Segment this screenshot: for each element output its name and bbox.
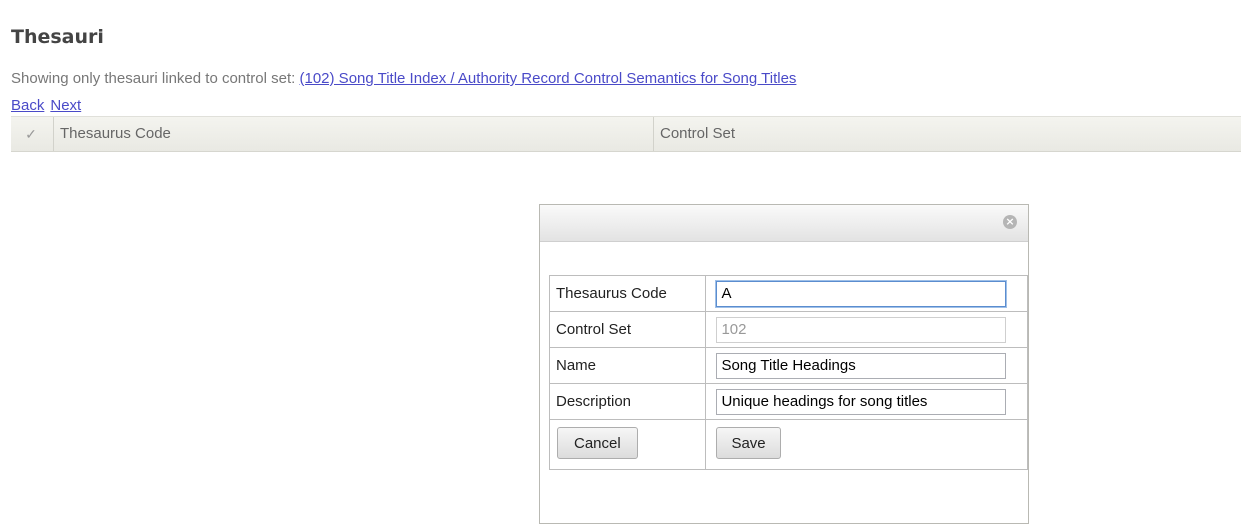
- description-label: Description: [548, 383, 707, 420]
- name-label: Name: [548, 347, 707, 384]
- grid-header: ✓ Thesaurus Code Control Set: [11, 116, 1241, 152]
- description-input[interactable]: [716, 388, 1007, 415]
- filter-prefix: Showing only thesauri linked to control …: [11, 70, 300, 87]
- thesaurus-code-label: Thesaurus Code: [548, 275, 707, 312]
- page-title: Thesauri: [11, 26, 104, 48]
- control-set-link[interactable]: (102) Song Title Index / Authority Recor…: [300, 70, 797, 87]
- form-row-control-set: Control Set: [548, 311, 1028, 348]
- close-icon[interactable]: ×: [1003, 215, 1017, 229]
- form-row-description: Description: [548, 383, 1028, 420]
- cancel-button[interactable]: Cancel: [557, 427, 638, 459]
- form-row-thesaurus-code: Thesaurus Code: [548, 275, 1028, 312]
- dialog-titlebar[interactable]: ×: [540, 205, 1028, 242]
- form-row-actions: Cancel Save: [548, 419, 1028, 470]
- control-set-label: Control Set: [548, 311, 707, 348]
- filter-notice: Showing only thesauri linked to control …: [11, 70, 796, 87]
- thesaurus-form: Thesaurus Code Control Set Name Descript…: [548, 275, 1028, 470]
- form-row-name: Name: [548, 347, 1028, 384]
- pager: Back Next: [11, 97, 87, 114]
- name-input[interactable]: [716, 352, 1007, 379]
- edit-thesaurus-dialog: × Thesaurus Code Control Set Name: [539, 204, 1029, 524]
- back-link[interactable]: Back: [11, 97, 44, 114]
- column-header-control-set[interactable]: Control Set: [653, 117, 1240, 151]
- column-header-thesaurus-code[interactable]: Thesaurus Code: [53, 117, 656, 151]
- control-set-input: [716, 316, 1007, 343]
- select-all-check-icon[interactable]: ✓: [11, 117, 51, 151]
- page: Thesauri Showing only thesauri linked to…: [0, 0, 1241, 524]
- thesaurus-code-input[interactable]: [716, 280, 1007, 307]
- save-button[interactable]: Save: [716, 427, 781, 459]
- next-link[interactable]: Next: [50, 97, 81, 114]
